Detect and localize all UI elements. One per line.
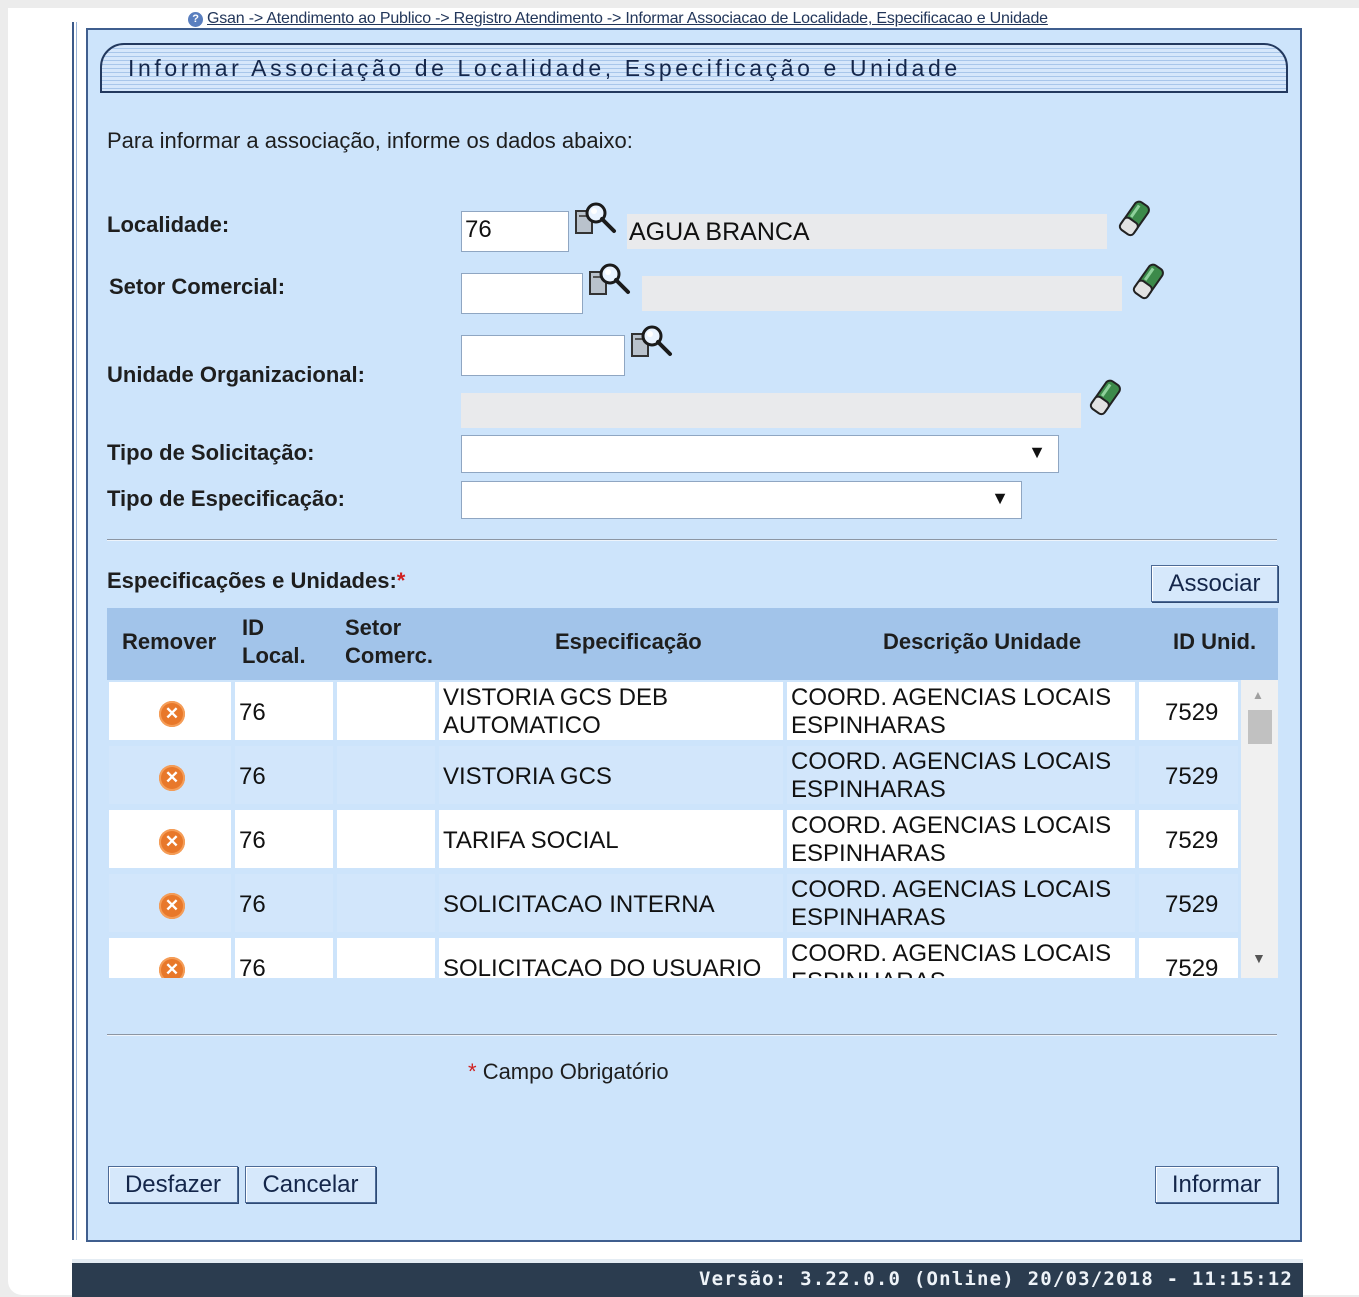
table-body[interactable]: ✕ 76 VISTORIA GCS DEB AUTOMATICO COORD. A…: [107, 680, 1278, 978]
remove-x-icon[interactable]: ✕: [159, 765, 185, 791]
informar-button[interactable]: Informar: [1155, 1166, 1278, 1203]
clear-setor-icon[interactable]: [1129, 262, 1167, 302]
header-setor-1: Setor: [345, 615, 402, 640]
descricao-cell: COORD. AGENCIAS LOCAISESPINHARAS: [785, 680, 1137, 742]
header-remover: Remover: [122, 629, 217, 654]
setor-description: [642, 276, 1122, 311]
unidade-code-input[interactable]: [461, 335, 625, 376]
especificacao-cell: SOLICITACAO DO USUARIO: [437, 936, 785, 978]
localidade-description: AGUA BRANCA: [627, 214, 1107, 249]
instructions-text: Para informar a associação, informe os d…: [107, 128, 633, 153]
dropdown-arrow-icon: ▼: [1028, 442, 1046, 462]
setor-cell: [335, 936, 437, 978]
associar-button[interactable]: Associar: [1151, 565, 1278, 602]
table-row: ✕ 76 SOLICITACAO INTERNA COORD. AGENCIAS…: [107, 872, 1240, 934]
table-scrollbar[interactable]: ▲ ▼: [1241, 680, 1278, 978]
header-descricao: Descrição Unidade: [883, 629, 1082, 654]
search-setor-icon[interactable]: [588, 262, 636, 302]
id-unid-cell: 7529: [1137, 872, 1240, 934]
help-icon: ?: [188, 12, 203, 27]
setor-cell: [335, 744, 437, 806]
descricao-cell: COORD. AGENCIAS LOCAISESPINHARAS: [785, 744, 1137, 806]
especificacao-cell: SOLICITACAO INTERNA: [437, 872, 785, 934]
id-local-cell: 76: [233, 744, 335, 806]
setor-label: Setor Comercial:: [109, 274, 286, 299]
setor-cell: [335, 872, 437, 934]
remove-x-icon[interactable]: ✕: [159, 829, 185, 855]
scroll-thumb[interactable]: [1248, 710, 1272, 744]
clear-localidade-icon[interactable]: [1115, 199, 1153, 239]
remove-cell: ✕: [107, 872, 233, 934]
remove-x-icon[interactable]: ✕: [159, 957, 185, 978]
dropdown-arrow-icon: ▼: [991, 488, 1009, 508]
left-border: [72, 22, 74, 1240]
divider: [107, 1034, 1277, 1036]
remove-x-icon[interactable]: ✕: [159, 701, 185, 727]
localidade-code-input[interactable]: 76: [461, 211, 569, 252]
required-note: * Campo Obrigatório: [468, 1059, 669, 1084]
table-row: ✕ 76 SOLICITACAO DO USUARIO COORD. AGENC…: [107, 936, 1240, 978]
tipo-solicitacao-label: Tipo de Solicitação:: [107, 440, 315, 465]
tipo-especificacao-label: Tipo de Especificação:: [107, 486, 346, 511]
header-id-unid: ID Unid.: [1173, 629, 1257, 654]
header-id-local-1: ID: [242, 615, 264, 640]
especificacoes-label: Especificações e Unidades:*: [107, 568, 406, 593]
search-unidade-icon[interactable]: [630, 324, 678, 364]
descricao-cell: COORD. AGENCIAS LOCAISESPINHARAS: [785, 936, 1137, 978]
divider: [107, 539, 1277, 541]
left-border-light: [76, 22, 77, 1240]
breadcrumb[interactable]: ? Gsan -> Atendimento ao Publico -> Regis…: [188, 10, 1048, 28]
remove-cell: ✕: [107, 936, 233, 978]
id-unid-cell: 7529: [1137, 936, 1240, 978]
version-text: Versão: 3.22.0.0 (Online) 20/03/2018 - 1…: [698, 1268, 1293, 1290]
remove-cell: ✕: [107, 680, 233, 742]
setor-cell: [335, 680, 437, 742]
search-localidade-icon[interactable]: [574, 201, 622, 241]
scroll-down-arrow-icon[interactable]: ▼: [1252, 950, 1266, 966]
id-local-cell: 76: [233, 808, 335, 870]
id-unid-cell: 7529: [1137, 680, 1240, 742]
form-panel: Informar Associação de Localidade, Espec…: [86, 28, 1302, 1242]
id-local-cell: 76: [233, 872, 335, 934]
tipo-especificacao-select[interactable]: ▼: [461, 481, 1022, 519]
descricao-cell: COORD. AGENCIAS LOCAISESPINHARAS: [785, 808, 1137, 870]
remove-cell: ✕: [107, 744, 233, 806]
setor-cell: [335, 808, 437, 870]
page-title: Informar Associação de Localidade, Espec…: [128, 55, 961, 81]
id-unid-cell: 7529: [1137, 808, 1240, 870]
remove-x-icon[interactable]: ✕: [159, 893, 185, 919]
footer-bar: Versão: 3.22.0.0 (Online) 20/03/2018 - 1…: [72, 1259, 1303, 1297]
table-row: ✕ 76 VISTORIA GCS COORD. AGENCIAS LOCAIS…: [107, 744, 1240, 806]
unidade-description: [461, 393, 1081, 428]
title-bar: Informar Associação de Localidade, Espec…: [100, 43, 1288, 93]
tipo-solicitacao-select[interactable]: ▼: [461, 435, 1059, 473]
table-row: ✕ 76 TARIFA SOCIAL COORD. AGENCIAS LOCAI…: [107, 808, 1240, 870]
localidade-label: Localidade:: [107, 212, 230, 237]
id-unid-cell: 7529: [1137, 744, 1240, 806]
remove-cell: ✕: [107, 808, 233, 870]
header-setor-2: Comerc.: [345, 643, 434, 668]
id-local-cell: 76: [233, 936, 335, 978]
unidade-label: Unidade Organizacional:: [107, 362, 365, 387]
header-id-local-2: Local.: [242, 643, 306, 668]
cancelar-button[interactable]: Cancelar: [245, 1166, 376, 1203]
header-especificacao: Especificação: [555, 629, 702, 654]
id-local-cell: 76: [233, 680, 335, 742]
especificacao-cell: VISTORIA GCS DEB AUTOMATICO: [437, 680, 785, 742]
table-row: ✕ 76 VISTORIA GCS DEB AUTOMATICO COORD. A…: [107, 680, 1240, 742]
clear-unidade-icon[interactable]: [1086, 378, 1124, 418]
scroll-up-arrow-icon[interactable]: ▲: [1252, 688, 1264, 702]
especificacao-cell: TARIFA SOCIAL: [437, 808, 785, 870]
setor-code-input[interactable]: [461, 273, 583, 314]
table-header: Remover ID Local. Setor Comerc. Especifi…: [107, 608, 1278, 680]
breadcrumb-text[interactable]: Gsan -> Atendimento ao Publico -> Regist…: [207, 10, 1048, 27]
especificacao-cell: VISTORIA GCS: [437, 744, 785, 806]
desfazer-button[interactable]: Desfazer: [108, 1166, 238, 1203]
descricao-cell: COORD. AGENCIAS LOCAISESPINHARAS: [785, 872, 1137, 934]
